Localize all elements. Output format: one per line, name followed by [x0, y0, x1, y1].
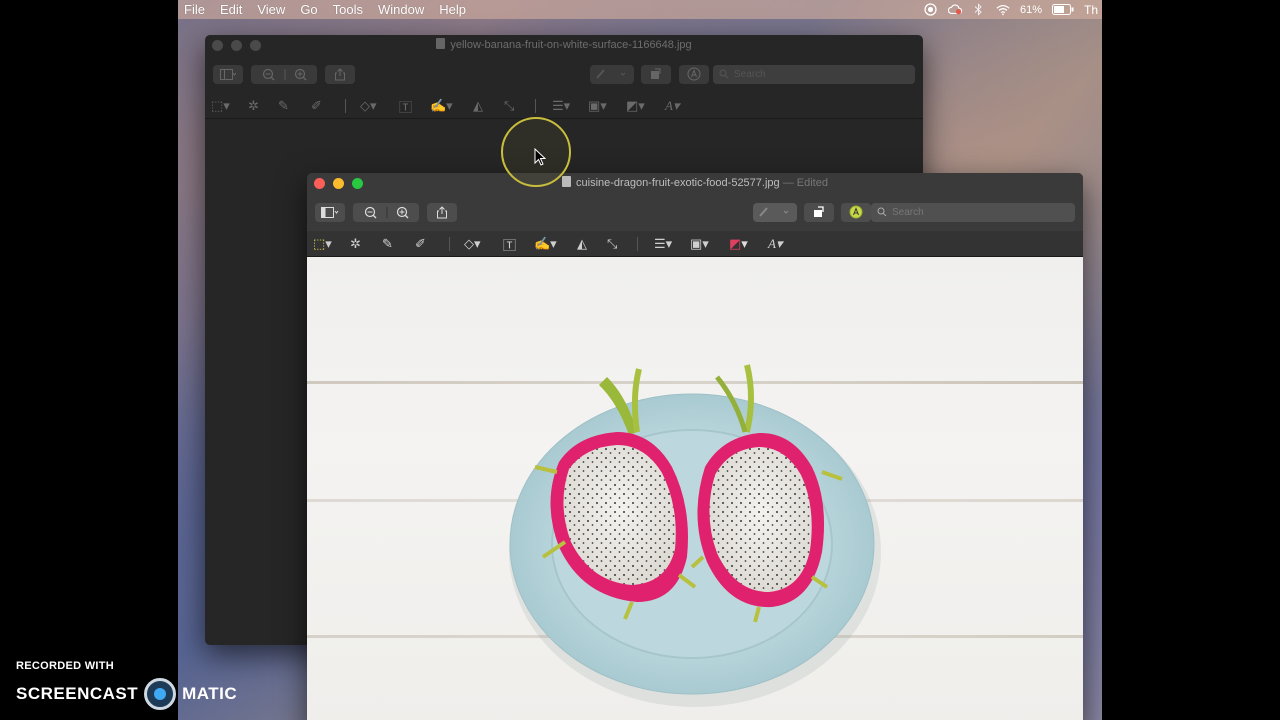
- share-icon: [437, 205, 447, 218]
- pen-button[interactable]: [753, 202, 797, 222]
- sidebar-button[interactable]: [315, 202, 345, 222]
- toolbar: Search: [205, 55, 923, 93]
- battery-percent[interactable]: 61%: [1020, 4, 1042, 16]
- menu-window[interactable]: Window: [378, 2, 424, 17]
- search-field[interactable]: Search: [871, 202, 1075, 222]
- adjust-size-icon[interactable]: ⤡: [607, 236, 617, 252]
- preview-window-active[interactable]: cuisine-dragon-fruit-exotic-food-52577.j…: [307, 173, 1083, 720]
- search-icon: [877, 207, 887, 217]
- menu-view[interactable]: View: [257, 2, 285, 17]
- document-image[interactable]: [307, 257, 1083, 720]
- watermark-brand-left: SCREENCAST: [16, 684, 139, 703]
- markup-toolbar: ⬚▾ ✲ ✎ ✐ ◇▾ 🅃 ✍▾ ◭ ⤡ ☰▾ ▣▾ ◩▾ A▾: [307, 231, 1083, 257]
- adjust-size-icon[interactable]: ⤡: [504, 98, 514, 114]
- adjust-color-icon[interactable]: ◭: [473, 98, 483, 114]
- mouse-cursor-icon: [534, 148, 546, 166]
- menu-clock[interactable]: Th: [1084, 3, 1098, 17]
- sign-icon[interactable]: ✍▾: [430, 98, 453, 114]
- watermark-caption: RECORDED WITH: [16, 660, 115, 672]
- draw-icon[interactable]: ✐: [415, 236, 426, 252]
- shapes-icon[interactable]: ◇▾: [360, 98, 377, 114]
- window-title: yellow-banana-fruit-on-white-surface-116…: [450, 39, 692, 51]
- search-icon: [719, 69, 729, 79]
- screencast-logo-icon: [144, 678, 177, 710]
- search-field[interactable]: Search: [713, 64, 915, 84]
- rotate-button[interactable]: [641, 64, 671, 84]
- pen-icon: [596, 69, 626, 79]
- markup-toolbar: ⬚▾ ✲ ✎ ✐ ◇▾ 🅃 ✍▾ ◭ ⤡ ☰▾ ▣▾ ◩▾ A▾: [205, 93, 923, 119]
- text-icon[interactable]: 🅃: [399, 98, 412, 115]
- edited-indicator[interactable]: — Edited: [783, 177, 828, 189]
- sign-icon[interactable]: ✍▾: [534, 236, 557, 252]
- selection-icon[interactable]: ⬚▾: [211, 98, 230, 114]
- text-style-icon[interactable]: A▾: [768, 236, 782, 252]
- toolbar: Search: [307, 193, 1083, 231]
- shape-style-icon[interactable]: ☰▾: [552, 98, 570, 114]
- dragon-fruit-photo: [509, 364, 881, 707]
- border-color-icon[interactable]: ▣▾: [588, 98, 607, 114]
- menu-tools[interactable]: Tools: [333, 2, 363, 17]
- search-placeholder: Search: [734, 68, 766, 80]
- rotate-icon: [651, 68, 661, 79]
- sketch-icon[interactable]: ✎: [278, 98, 289, 114]
- bluetooth-icon[interactable]: [972, 3, 986, 17]
- markup-button[interactable]: [679, 64, 709, 84]
- menu-go[interactable]: Go: [300, 2, 317, 17]
- window-title: cuisine-dragon-fruit-exotic-food-52577.j…: [576, 177, 780, 189]
- text-icon[interactable]: 🅃: [503, 236, 516, 253]
- menu-file[interactable]: File: [184, 2, 205, 17]
- battery-icon[interactable]: [1051, 3, 1074, 17]
- share-icon: [335, 67, 345, 80]
- draw-icon[interactable]: ✐: [311, 98, 322, 114]
- share-button[interactable]: [325, 64, 355, 84]
- share-button[interactable]: [427, 202, 457, 222]
- rotate-icon: [814, 206, 824, 217]
- border-color-icon[interactable]: ▣▾: [690, 236, 709, 252]
- screencast-watermark: RECORDED WITH SCREENCAST MATIC: [16, 660, 237, 710]
- search-placeholder: Search: [892, 206, 924, 218]
- fill-color-icon[interactable]: ◩▾: [729, 236, 748, 252]
- screen-record-icon[interactable]: [924, 3, 938, 17]
- sidebar-icon: [220, 68, 236, 80]
- sketch-icon[interactable]: ✎: [382, 236, 393, 252]
- instant-alpha-icon[interactable]: ✲: [350, 236, 361, 252]
- adjust-color-icon[interactable]: ◭: [577, 236, 587, 252]
- shape-style-icon[interactable]: ☰▾: [654, 236, 672, 252]
- wifi-icon[interactable]: [996, 3, 1010, 17]
- rotate-button[interactable]: [804, 202, 834, 222]
- document-icon: [562, 176, 572, 187]
- menu-bar: File Edit View Go Tools Window Help 61% …: [178, 0, 1102, 19]
- instant-alpha-icon[interactable]: ✲: [248, 98, 259, 114]
- text-style-icon[interactable]: A▾: [665, 98, 679, 114]
- pen-button[interactable]: [590, 64, 634, 84]
- markup-button[interactable]: [841, 202, 871, 222]
- desktop: File Edit View Go Tools Window Help 61% …: [178, 0, 1102, 720]
- markup-icon: [849, 205, 863, 219]
- document-icon: [436, 38, 446, 49]
- watermark-brand-right: MATIC: [182, 684, 238, 703]
- zoom-controls[interactable]: [353, 202, 419, 222]
- creative-cloud-icon[interactable]: [947, 3, 962, 17]
- markup-icon: [687, 67, 701, 81]
- zoom-controls[interactable]: [251, 64, 317, 84]
- shapes-icon[interactable]: ◇▾: [464, 236, 481, 252]
- fill-color-icon[interactable]: ◩▾: [626, 98, 645, 114]
- menu-help[interactable]: Help: [439, 2, 466, 17]
- pen-icon: [759, 207, 789, 217]
- title-bar[interactable]: yellow-banana-fruit-on-white-surface-116…: [205, 35, 923, 55]
- title-bar[interactable]: cuisine-dragon-fruit-exotic-food-52577.j…: [307, 173, 1083, 193]
- sidebar-button[interactable]: [213, 64, 243, 84]
- selection-icon[interactable]: ⬚▾: [313, 236, 332, 252]
- menu-edit[interactable]: Edit: [220, 2, 242, 17]
- sidebar-icon: [321, 206, 339, 218]
